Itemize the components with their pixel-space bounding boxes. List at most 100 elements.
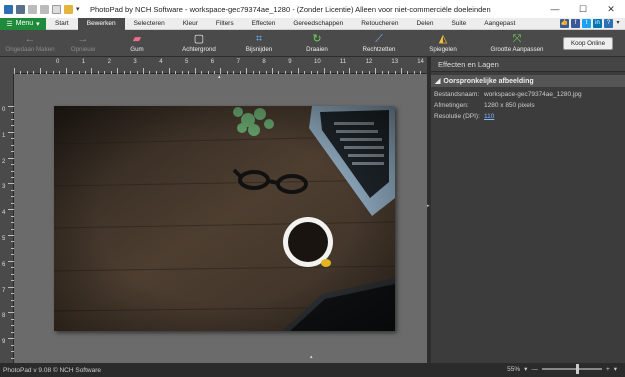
ruler-label: 6 xyxy=(2,261,6,268)
property-key: Bestandsnaam: xyxy=(434,91,480,98)
toolbar-label: Rechtzetten xyxy=(362,46,396,53)
zoom-out-icon[interactable]: — xyxy=(531,366,538,373)
collapse-panel-icon[interactable]: ▸ xyxy=(427,203,430,209)
panel-title: Effecten en Lagen xyxy=(431,57,625,72)
property-row: Resolutie (DPI): 110 xyxy=(431,111,625,122)
tab-retoucheren[interactable]: Retoucheren xyxy=(352,18,407,30)
open-icon[interactable] xyxy=(64,4,73,14)
resolution-link[interactable]: 110 xyxy=(484,113,494,120)
canvas[interactable]: ▴ ▴ xyxy=(14,74,427,363)
status-bar: PhotoPad v 9.08 © NCH Software 55% ▾ — +… xyxy=(0,363,625,377)
ruler-label: 6 xyxy=(210,59,215,65)
toolbar-label: Spiegelen xyxy=(429,46,457,53)
help-dropdown-icon[interactable]: ▾ xyxy=(615,19,621,28)
toolbar-buttons: ← Ongedaan Maken → Opnieuw ▰ Gum ▢ Achtergrond ⌗… xyxy=(0,30,560,57)
background-icon: ▢ xyxy=(193,33,205,45)
ruler-label: 8 xyxy=(2,313,6,320)
ruler-label: 5 xyxy=(2,236,6,242)
ruler-label: 0 xyxy=(2,107,6,113)
ruler-label: 10 xyxy=(314,59,321,65)
maximize-button[interactable]: ☐ xyxy=(569,0,597,18)
linkedin-icon[interactable]: in xyxy=(593,19,602,28)
draaien-button[interactable]: ↻ Draaien xyxy=(288,30,346,57)
tab-start[interactable]: Start xyxy=(46,18,78,30)
gum-button[interactable]: ▰ Gum xyxy=(106,30,168,57)
rotate-icon: ↻ xyxy=(312,33,322,45)
like-icon[interactable]: 👍 xyxy=(560,19,569,28)
help-icon[interactable]: ? xyxy=(604,19,613,28)
original-image-section[interactable]: ◢ Oorspronkelijke afbeelding xyxy=(431,75,625,87)
ruler-label: 14 xyxy=(417,59,424,65)
ruler-label: 5 xyxy=(185,59,189,65)
undo-quick-icon[interactable] xyxy=(28,4,37,14)
tab-kleur[interactable]: Kleur xyxy=(174,18,207,30)
canvas-scroll-up-icon[interactable]: ▴ xyxy=(218,74,221,80)
tab-filters[interactable]: Filters xyxy=(207,18,243,30)
tab-gereedschappen[interactable]: Gereedschappen xyxy=(284,18,352,30)
ruler-corner xyxy=(0,57,14,74)
ruler-label: 1 xyxy=(2,132,6,139)
rechtzetten-button[interactable]: ⟋ Rechtzetten xyxy=(346,30,412,57)
horizontal-ruler: 0 1 2 3 4 5 6 7 8 9 10 11 12 13 14 xyxy=(14,57,427,74)
dropdown-icon[interactable]: ▾ xyxy=(76,5,82,14)
eraser-icon: ▰ xyxy=(132,33,142,45)
buy-online-button[interactable]: Koop Online xyxy=(563,37,613,50)
zoom-control: 55% ▾ — + ▾ xyxy=(507,364,617,374)
minimize-button[interactable]: — xyxy=(541,0,569,18)
title-bar: ▾ PhotoPad by NCH Software - workspace-g… xyxy=(0,0,625,18)
ongedaan-maken-button[interactable]: ← Ongedaan Maken xyxy=(0,30,60,57)
tab-delen[interactable]: Delen xyxy=(407,18,442,30)
editor-area: 0 1 2 3 4 5 6 7 8 9 10 11 12 13 14 0123456789 xyxy=(0,57,427,363)
toolbar-label: Draaien xyxy=(306,46,328,53)
achtergrond-button[interactable]: ▢ Achtergrond xyxy=(168,30,230,57)
ruler-label: 7 xyxy=(2,287,6,294)
zoom-slider[interactable] xyxy=(541,364,602,374)
hamburger-icon: ☰ xyxy=(6,20,13,28)
facebook-icon[interactable]: f xyxy=(571,19,580,28)
toolbar-label: Ongedaan Maken xyxy=(5,46,55,53)
tab-suite[interactable]: Suite xyxy=(442,18,475,30)
ruler-label: 2 xyxy=(2,158,6,165)
window-controls: — ☐ ✕ xyxy=(541,0,625,18)
image-preview[interactable] xyxy=(54,106,395,331)
redo-quick-icon[interactable] xyxy=(40,4,49,14)
ruler-label: 13 xyxy=(391,59,399,65)
chevron-down-icon: ▾ xyxy=(36,20,40,28)
menu-bar: ☰ Menu ▾ Start Bewerken Selecteren Kleur Fil… xyxy=(0,17,625,30)
close-button[interactable]: ✕ xyxy=(597,0,625,18)
social-links: 👍 f t in ? ▾ xyxy=(560,19,621,28)
zoom-slider-knob[interactable] xyxy=(576,364,580,374)
opnieuw-button[interactable]: → Opnieuw xyxy=(60,30,106,57)
twitter-icon[interactable]: t xyxy=(582,19,591,28)
ruler-label: 4 xyxy=(159,59,163,65)
property-value: 1280 x 850 pixels xyxy=(484,102,535,109)
redo-icon: → xyxy=(77,33,89,45)
property-key: Afmetingen: xyxy=(434,102,469,109)
spiegelen-button[interactable]: ◭ Spiegelen xyxy=(412,30,474,57)
ruler-label: 11 xyxy=(339,59,347,65)
zoom-in-icon[interactable]: + xyxy=(606,366,610,373)
quick-access-toolbar: ▾ xyxy=(0,4,82,14)
menu-button-label: Menu xyxy=(15,20,34,27)
bijsnijden-button[interactable]: ⌗ Bijsnijden xyxy=(230,30,288,57)
toolbar: ← Ongedaan Maken → Opnieuw ▰ Gum ▢ Achtergrond ⌗… xyxy=(0,30,625,57)
canvas-scroll-down-icon[interactable]: ▴ xyxy=(310,354,313,360)
tab-selecteren[interactable]: Selecteren xyxy=(125,18,174,30)
save-icon[interactable] xyxy=(16,4,25,14)
ruler-label: 0 xyxy=(56,59,60,65)
property-row: Bestandsnaam: workspace-gec79374ae_1280.j… xyxy=(431,89,625,100)
property-value: workspace-gec79374ae_1280.jpg xyxy=(484,91,582,98)
ruler-label: 3 xyxy=(133,59,137,65)
flip-icon: ◭ xyxy=(438,33,448,45)
toolbar-label: Bijsnijden xyxy=(245,46,273,53)
tab-effecten[interactable]: Effecten xyxy=(243,18,285,30)
grootte-aanpassen-button[interactable]: ⤧ Grootte Aanpassen xyxy=(474,30,560,57)
zoom-dropdown-icon[interactable]: ▾ xyxy=(524,365,527,373)
menu-button[interactable]: ☰ Menu ▾ xyxy=(0,17,46,30)
tab-aangepast[interactable]: Aangepast xyxy=(475,18,524,30)
ruler-label: 4 xyxy=(2,210,6,217)
zoom-menu-icon[interactable]: ▾ xyxy=(614,365,617,373)
toolbar-label: Grootte Aanpassen xyxy=(490,46,544,53)
new-icon[interactable] xyxy=(52,4,61,14)
tab-bewerken[interactable]: Bewerken xyxy=(77,17,125,30)
